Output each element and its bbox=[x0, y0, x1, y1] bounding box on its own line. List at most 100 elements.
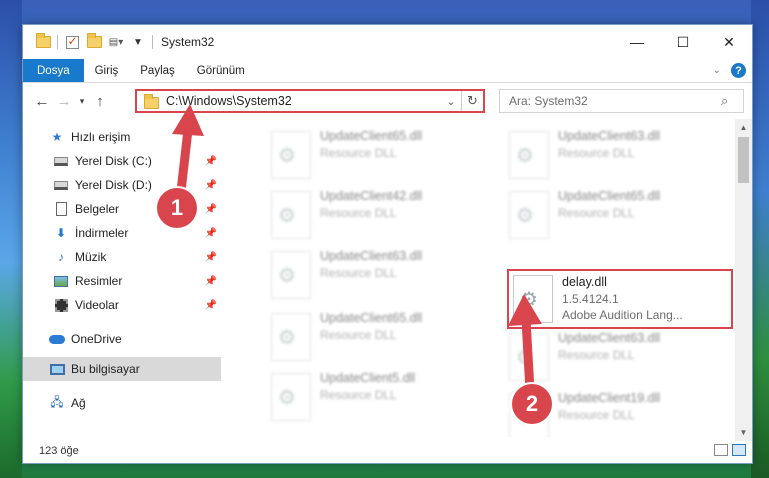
pin-icon[interactable]: 📌 bbox=[205, 300, 217, 311]
search-icon: ⌕ bbox=[721, 93, 729, 108]
document-icon bbox=[53, 202, 69, 216]
minimize-button[interactable]: — bbox=[614, 25, 660, 59]
file-description: Resource DLL bbox=[558, 206, 635, 220]
expand-ribbon-icon[interactable]: ⌄ bbox=[713, 65, 721, 76]
network-icon: 🖧 bbox=[50, 394, 64, 409]
sidebar-item-label: Belgeler bbox=[75, 202, 120, 216]
properties-icon[interactable] bbox=[64, 34, 80, 50]
dll-file-icon: ⚙ bbox=[271, 313, 311, 361]
window-title: System32 bbox=[161, 35, 215, 49]
file-description: Resource DLL bbox=[320, 328, 397, 342]
ribbon-tabs: Dosya Giriş Paylaş Görünüm ⌄ ? bbox=[23, 59, 752, 83]
tab-file[interactable]: Dosya bbox=[23, 59, 84, 82]
file-list: ⚙ UpdateClient65.dll Resource DLL ⚙ Updat… bbox=[243, 119, 737, 437]
step-badge-2: 2 bbox=[512, 384, 552, 424]
file-description: Resource DLL bbox=[320, 146, 397, 160]
music-icon: ♪ bbox=[58, 250, 64, 264]
quick-access-toolbar: ▤▾ ▼ bbox=[35, 33, 153, 50]
file-description: Resource DLL bbox=[320, 388, 397, 402]
address-dropdown-icon[interactable]: ⌄ bbox=[441, 95, 461, 108]
sidebar-item-label: OneDrive bbox=[71, 332, 122, 346]
file-name: UpdateClient63.dll bbox=[320, 249, 423, 263]
file-name: UpdateClient63.dll bbox=[558, 129, 661, 143]
file-description: Resource DLL bbox=[320, 266, 397, 280]
close-button[interactable]: ✕ bbox=[706, 25, 752, 59]
sidebar-item-videos[interactable]: Videolar 📌 bbox=[23, 293, 221, 317]
dll-file-icon: ⚙ bbox=[271, 131, 311, 179]
search-box[interactable]: Ara: System32 ⌕ bbox=[499, 89, 744, 113]
dll-file-icon: ⚙ bbox=[509, 131, 549, 179]
up-button[interactable]: ↑ bbox=[89, 93, 111, 110]
file-name: UpdateClient65.dll bbox=[320, 311, 423, 325]
file-description: Resource DLL bbox=[558, 348, 635, 362]
sidebar-item-this-pc[interactable]: Bu bilgisayar bbox=[23, 357, 221, 381]
file-tile[interactable]: ⚙ UpdateClient65.dll Resource DLL bbox=[267, 127, 487, 183]
new-folder-icon[interactable] bbox=[86, 33, 102, 50]
recent-locations-icon[interactable]: ▾ bbox=[75, 96, 89, 107]
sidebar-item-label: Hızlı erişim bbox=[71, 130, 131, 144]
window-controls: — ☐ ✕ bbox=[614, 25, 752, 59]
tab-share[interactable]: Paylaş bbox=[129, 59, 186, 82]
vertical-scrollbar[interactable]: ▲ ▼ bbox=[735, 119, 752, 441]
file-tile[interactable]: ⚙ UpdateClient5.dll Resource DLL bbox=[267, 369, 487, 425]
toolbar-separator bbox=[152, 35, 153, 49]
sidebar-item-label: İndirmeler bbox=[75, 226, 129, 240]
file-tile[interactable]: ⚙ UpdateClient65.dll Resource DLL bbox=[267, 309, 487, 365]
dll-file-icon: ⚙ bbox=[509, 191, 549, 239]
status-bar: 123 öğe bbox=[23, 439, 752, 463]
download-icon: ⬇ bbox=[55, 226, 67, 240]
search-input[interactable]: Ara: System32 bbox=[509, 94, 721, 108]
star-icon: ★ bbox=[51, 130, 63, 144]
file-tile[interactable]: ⚙ UpdateClient63.dll Resource DLL bbox=[267, 247, 487, 303]
sidebar-item-network[interactable]: 🖧 Ağ bbox=[23, 391, 221, 415]
file-name: UpdateClient63.dll bbox=[558, 331, 661, 345]
scroll-thumb[interactable] bbox=[738, 137, 749, 183]
sidebar-item-label: Ağ bbox=[71, 396, 86, 410]
cloud-icon bbox=[49, 332, 65, 346]
details-view-icon[interactable] bbox=[714, 444, 728, 456]
back-button[interactable]: ← bbox=[31, 93, 53, 110]
sidebar-item-onedrive[interactable]: OneDrive bbox=[23, 327, 221, 351]
view-switcher bbox=[714, 444, 746, 456]
scroll-up-icon[interactable]: ▲ bbox=[735, 119, 752, 136]
step-badge-1: 1 bbox=[157, 188, 197, 228]
pin-icon[interactable]: 📌 bbox=[205, 228, 217, 239]
help-icon[interactable]: ? bbox=[731, 63, 746, 78]
refresh-icon[interactable]: ↻ bbox=[461, 91, 483, 111]
computer-icon bbox=[49, 362, 65, 376]
forward-button[interactable]: → bbox=[53, 93, 75, 110]
sidebar-item-label: Resimler bbox=[75, 274, 123, 288]
sidebar-item-pictures[interactable]: Resimler 📌 bbox=[23, 269, 221, 293]
file-description: Resource DLL bbox=[558, 408, 635, 422]
tab-home[interactable]: Giriş bbox=[84, 59, 130, 82]
file-tile[interactable]: ⚙ UpdateClient65.dll Resource DLL bbox=[505, 187, 725, 243]
pin-icon[interactable]: 📌 bbox=[205, 276, 217, 287]
file-name: UpdateClient65.dll bbox=[320, 129, 423, 143]
sidebar-item-label: Bu bilgisayar bbox=[71, 362, 140, 376]
sidebar-item-downloads[interactable]: ⬇ İndirmeler 📌 bbox=[23, 221, 221, 245]
file-name: UpdateClient65.dll bbox=[558, 189, 661, 203]
sidebar-item-label: Yerel Disk (C:) bbox=[75, 154, 152, 168]
maximize-button[interactable]: ☐ bbox=[660, 25, 706, 59]
toolbar-dropdown-icon[interactable]: ▼ bbox=[130, 34, 146, 50]
pictures-icon bbox=[53, 274, 69, 288]
file-name: UpdateClient5.dll bbox=[320, 371, 416, 385]
drive-icon bbox=[53, 154, 69, 168]
file-tile[interactable]: ⚙ UpdateClient63.dll Resource DLL bbox=[505, 127, 725, 183]
toolbar-separator bbox=[57, 35, 58, 49]
customize-toolbar-icon[interactable]: ▤▾ bbox=[108, 34, 124, 50]
file-tile[interactable]: ⚙ UpdateClient42.dll Resource DLL bbox=[267, 187, 487, 243]
drive-icon bbox=[53, 178, 69, 192]
sidebar-item-music[interactable]: ♪ Müzik 📌 bbox=[23, 245, 221, 269]
video-icon bbox=[53, 298, 69, 312]
tab-view[interactable]: Görünüm bbox=[186, 59, 256, 82]
large-icons-view-icon[interactable] bbox=[732, 444, 746, 456]
sidebar-item-label: Videolar bbox=[75, 298, 119, 312]
file-name: delay.dll bbox=[562, 275, 607, 289]
sidebar-item-label: Müzik bbox=[75, 250, 107, 264]
explorer-window: ▤▾ ▼ System32 — ☐ ✕ Dosya Giriş Paylaş G… bbox=[22, 24, 753, 464]
pin-icon[interactable]: 📌 bbox=[205, 252, 217, 263]
dll-file-icon: ⚙ bbox=[271, 373, 311, 421]
desktop-background-right bbox=[751, 0, 769, 478]
file-description: Adobe Audition Lang... bbox=[562, 308, 683, 322]
